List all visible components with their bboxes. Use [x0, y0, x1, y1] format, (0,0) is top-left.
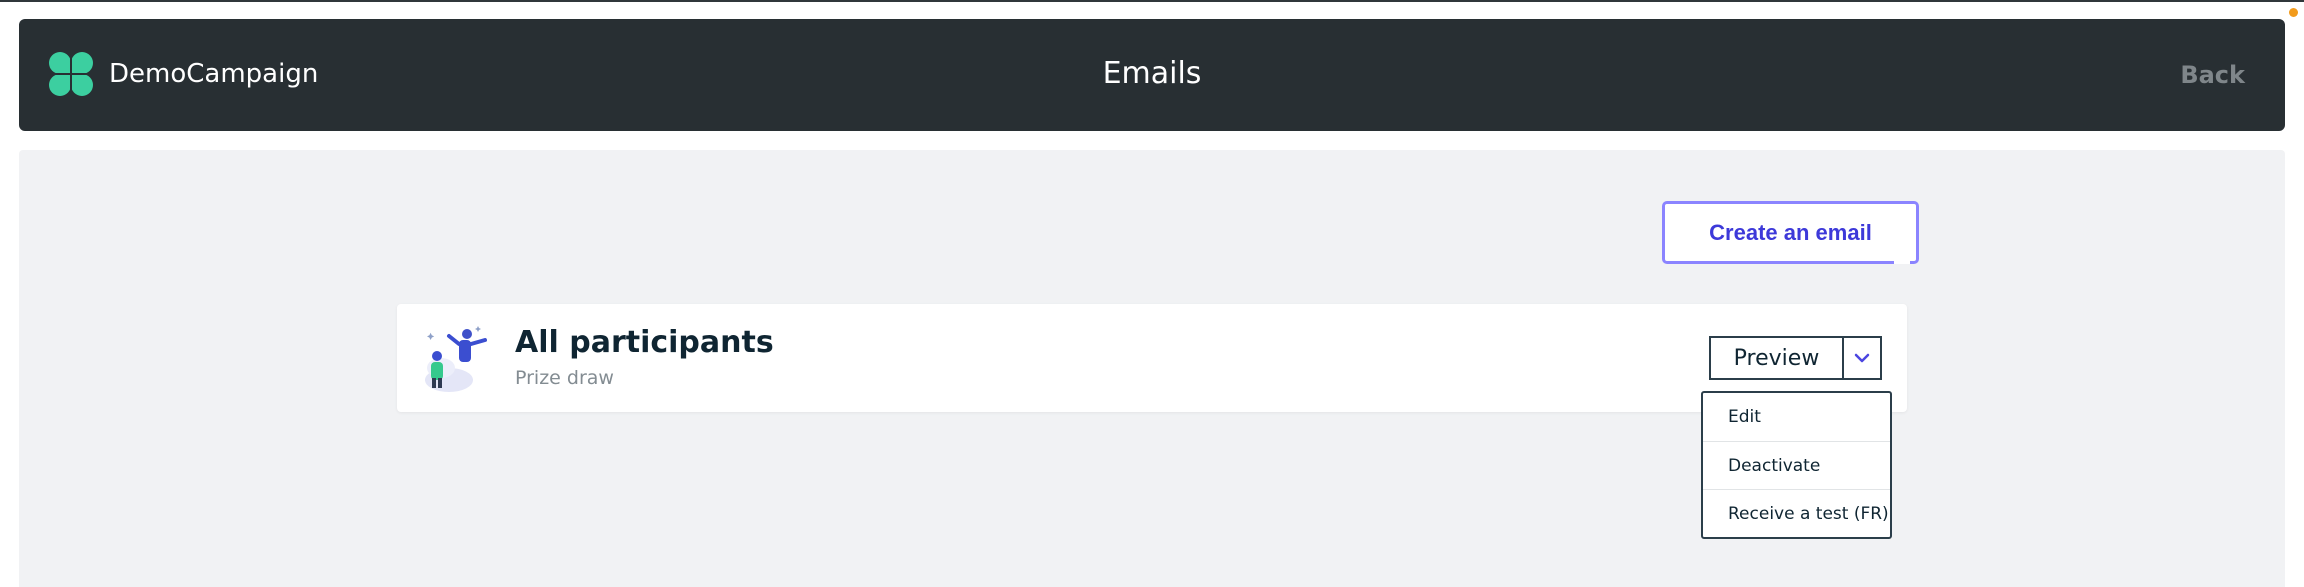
email-title: All participants: [515, 325, 774, 360]
email-actions-menu: Edit Deactivate Receive a test (FR): [1701, 391, 1892, 539]
back-button[interactable]: Back: [2180, 59, 2245, 91]
notification-dot: [2289, 8, 2298, 17]
chevron-down-icon: [1854, 353, 1870, 363]
email-card: All participants Prize draw: [397, 304, 1907, 412]
top-border: [0, 0, 2304, 2]
email-subtitle: Prize draw: [515, 367, 614, 389]
preview-label: Preview: [1733, 345, 1820, 371]
create-email-label: Create an email: [1709, 219, 1872, 245]
app-header: DemoCampaign Emails Back: [19, 19, 2285, 131]
more-actions-toggle[interactable]: [1842, 336, 1882, 380]
preview-button[interactable]: Preview: [1709, 336, 1842, 380]
create-email-button[interactable]: Create an email: [1662, 201, 1919, 264]
menu-item-edit[interactable]: Edit: [1703, 393, 1890, 441]
menu-item-deactivate[interactable]: Deactivate: [1703, 441, 1890, 489]
menu-item-receive-test[interactable]: Receive a test (FR): [1703, 489, 1890, 537]
celebrating-people-illustration: [425, 326, 487, 392]
page-title: Emails: [1102, 56, 1202, 91]
